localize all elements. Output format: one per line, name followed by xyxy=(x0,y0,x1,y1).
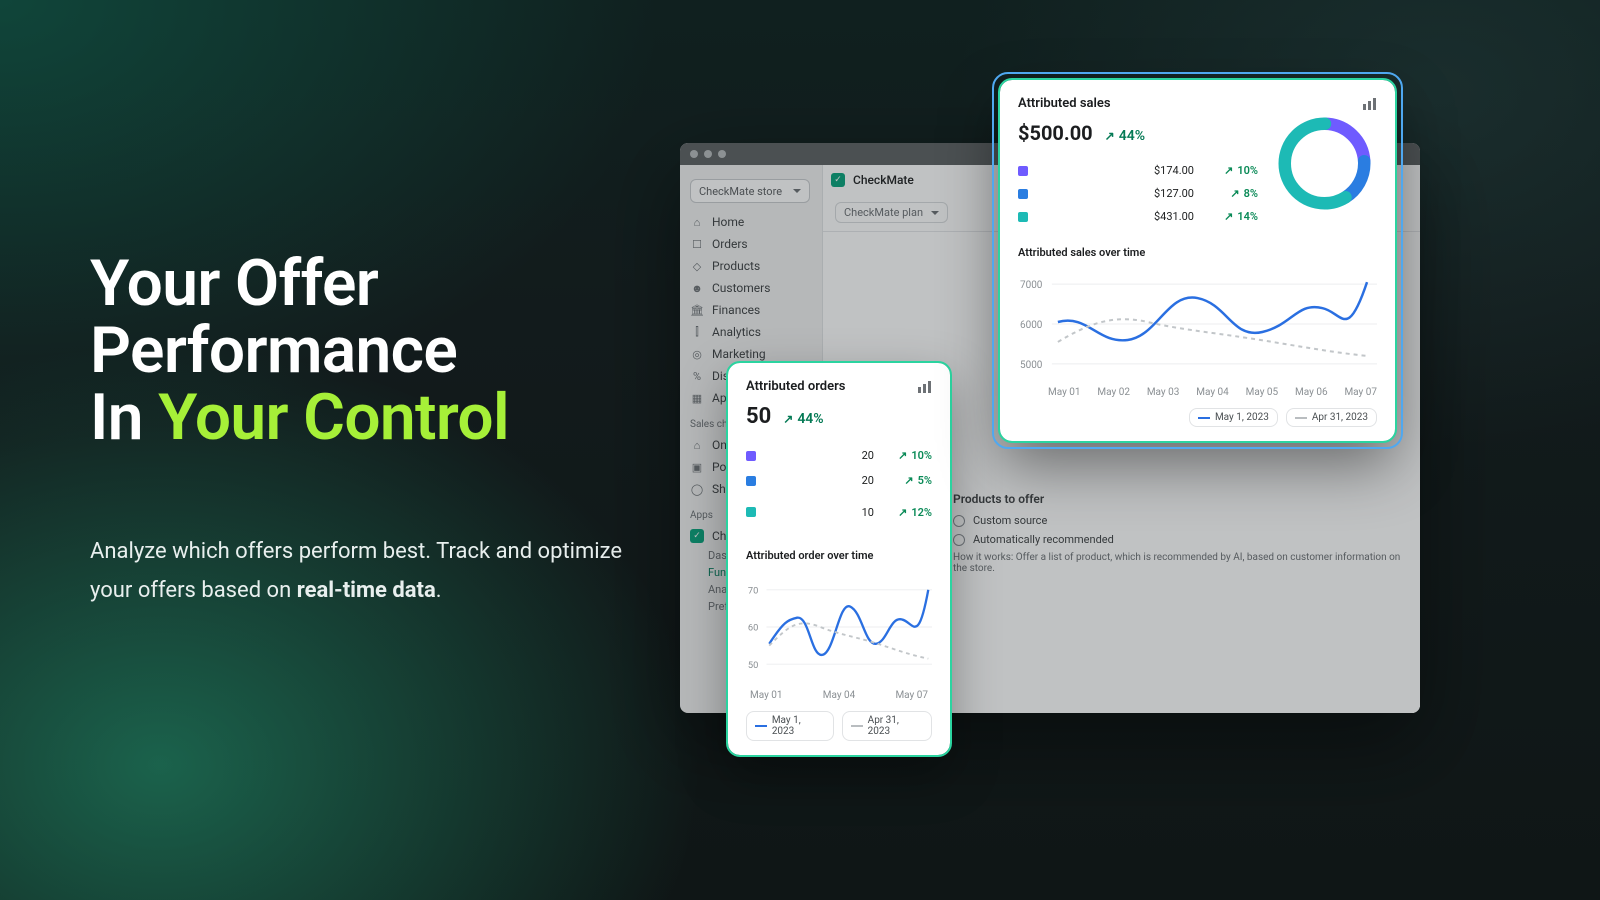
products-icon: ◇ xyxy=(690,259,704,273)
traffic-light-max[interactable] xyxy=(718,150,726,158)
chevron-down-icon xyxy=(931,211,939,215)
store-selector[interactable]: CheckMate store xyxy=(690,179,810,203)
breakdown-row-offers: Offers 20 ↗10% xyxy=(746,443,932,468)
pos-icon: ▣ xyxy=(690,460,704,474)
radio-option-source[interactable]: Custom source xyxy=(953,514,1406,527)
swatch-offers xyxy=(746,451,756,461)
breakdown-row-volume: Volume-upsells 10 ↗12% xyxy=(746,493,932,531)
sidebar-item-customers[interactable]: ☻Customers xyxy=(680,277,822,299)
sidebar-item-home[interactable]: ⌂Home xyxy=(680,211,822,233)
sidebar-item-marketing[interactable]: ◎Marketing xyxy=(680,343,822,365)
hero-heading: Your Offer Performance In Your Control xyxy=(90,250,650,452)
breakdown-row-offers: Offers $174.00 ↗10% xyxy=(1018,159,1258,182)
shop-icon: ◯ xyxy=(690,482,704,496)
svg-text:6000: 6000 xyxy=(1020,320,1043,331)
sales-subtitle: Attributed sales over time xyxy=(1018,246,1377,259)
app-badge-icon: ✓ xyxy=(831,173,845,187)
arrow-up-icon: ↗ xyxy=(1230,187,1239,200)
traffic-light-min[interactable] xyxy=(704,150,712,158)
analytics-icon: ⫿ xyxy=(690,325,704,339)
sidebar-item-finances[interactable]: 🏛Finances xyxy=(680,299,822,321)
arrow-up-icon: ↗ xyxy=(898,449,907,462)
option-description: How it works: Offer a list of product, w… xyxy=(953,552,1406,574)
card-title: Attributed sales xyxy=(1018,96,1111,111)
arrow-up-icon: ↗ xyxy=(1224,210,1233,223)
legend-current[interactable]: May 1, 2023 xyxy=(746,711,834,741)
hero-line2: Performance xyxy=(90,313,457,388)
orders-icon: ☐ xyxy=(690,237,704,251)
orders-delta: ↗44% xyxy=(783,411,823,427)
plan-dropdown[interactable]: CheckMate plan xyxy=(835,202,948,223)
chevron-down-icon xyxy=(793,189,801,193)
orders-breakdown: Offers 20 ↗10% Cross-sells 20 ↗5% Volume… xyxy=(746,443,932,531)
sidebar-item-analytics[interactable]: ⫿Analytics xyxy=(680,321,822,343)
swatch-volume xyxy=(746,507,756,517)
swatch-cross xyxy=(746,476,756,486)
sales-total: $500.00 xyxy=(1018,121,1093,145)
customers-icon: ☻ xyxy=(690,281,704,295)
bar-chart-icon[interactable] xyxy=(918,381,932,393)
breakdown-row-cross: Cross-sells $127.00 ↗8% xyxy=(1018,182,1258,205)
sales-x-axis: May 01 May 02 May 03 May 04 May 05 May 0… xyxy=(1018,387,1377,398)
orders-total: 50 xyxy=(746,404,771,429)
marketing-icon: ◎ xyxy=(690,347,704,361)
discounts-icon: % xyxy=(690,369,704,383)
card-title: Attributed orders xyxy=(746,379,845,394)
legend-current[interactable]: May 1, 2023 xyxy=(1189,408,1278,427)
store-icon: ⌂ xyxy=(690,438,704,452)
sidebar-item-orders[interactable]: ☐Orders xyxy=(680,233,822,255)
radio-icon xyxy=(953,515,965,527)
app-badge-icon: ✓ xyxy=(690,529,704,543)
app-name: CheckMate xyxy=(853,173,914,187)
sales-line-chart: 7000 6000 5000 xyxy=(1018,269,1377,379)
attributed-orders-card: Attributed orders 50 ↗44% Offers 20 ↗10%… xyxy=(728,363,950,755)
radio-option-auto[interactable]: Automatically recommended xyxy=(953,533,1406,546)
orders-line-chart: 70 60 50 xyxy=(746,572,932,682)
traffic-light-close[interactable] xyxy=(690,150,698,158)
hero: Your Offer Performance In Your Control A… xyxy=(90,250,650,611)
svg-text:5000: 5000 xyxy=(1020,360,1043,371)
home-icon: ⌂ xyxy=(690,215,704,229)
breakdown-row-volume: Volume-upsells $431.00 ↗14% xyxy=(1018,205,1258,228)
hero-line1: Your Offer xyxy=(90,246,378,321)
svg-text:7000: 7000 xyxy=(1020,280,1043,291)
orders-x-axis: May 01 May 04 May 07 xyxy=(746,690,932,701)
swatch-offers xyxy=(1018,166,1028,176)
section-heading: Products to offer xyxy=(953,492,1406,506)
arrow-up-icon: ↗ xyxy=(898,506,907,519)
orders-legend: May 1, 2023 Apr 31, 2023 xyxy=(746,711,932,741)
attributed-sales-card: Attributed sales $500.00 ↗44% Offers $17… xyxy=(1000,80,1395,441)
legend-prev[interactable]: Apr 31, 2023 xyxy=(842,711,932,741)
sales-legend: May 1, 2023 Apr 31, 2023 xyxy=(1018,408,1377,427)
arrow-up-icon: ↗ xyxy=(904,474,913,487)
arrow-up-icon: ↗ xyxy=(1224,164,1233,177)
radio-icon xyxy=(953,534,965,546)
swatch-cross xyxy=(1018,189,1028,199)
apps-icon: ▦ xyxy=(690,391,704,405)
sidebar-item-products[interactable]: ◇Products xyxy=(680,255,822,277)
legend-prev[interactable]: Apr 31, 2023 xyxy=(1286,408,1377,427)
swatch-volume xyxy=(1018,212,1028,222)
sales-delta: ↗44% xyxy=(1105,128,1145,144)
finances-icon: 🏛 xyxy=(690,303,704,317)
hero-line3: In Your Control xyxy=(90,380,509,455)
arrow-up-icon: ↗ xyxy=(1105,129,1115,143)
svg-text:70: 70 xyxy=(748,586,758,597)
orders-subtitle: Attributed order over time xyxy=(746,549,932,562)
svg-text:60: 60 xyxy=(748,623,758,634)
hero-subtext: Analyze which offers perform best. Track… xyxy=(90,532,650,611)
breakdown-row-cross: Cross-sells 20 ↗5% xyxy=(746,468,932,493)
sales-donut-chart xyxy=(1272,111,1377,216)
arrow-up-icon: ↗ xyxy=(783,412,793,426)
svg-text:50: 50 xyxy=(748,660,758,671)
hero-accent: Your Control xyxy=(158,380,509,455)
bar-chart-icon[interactable] xyxy=(1363,98,1377,110)
